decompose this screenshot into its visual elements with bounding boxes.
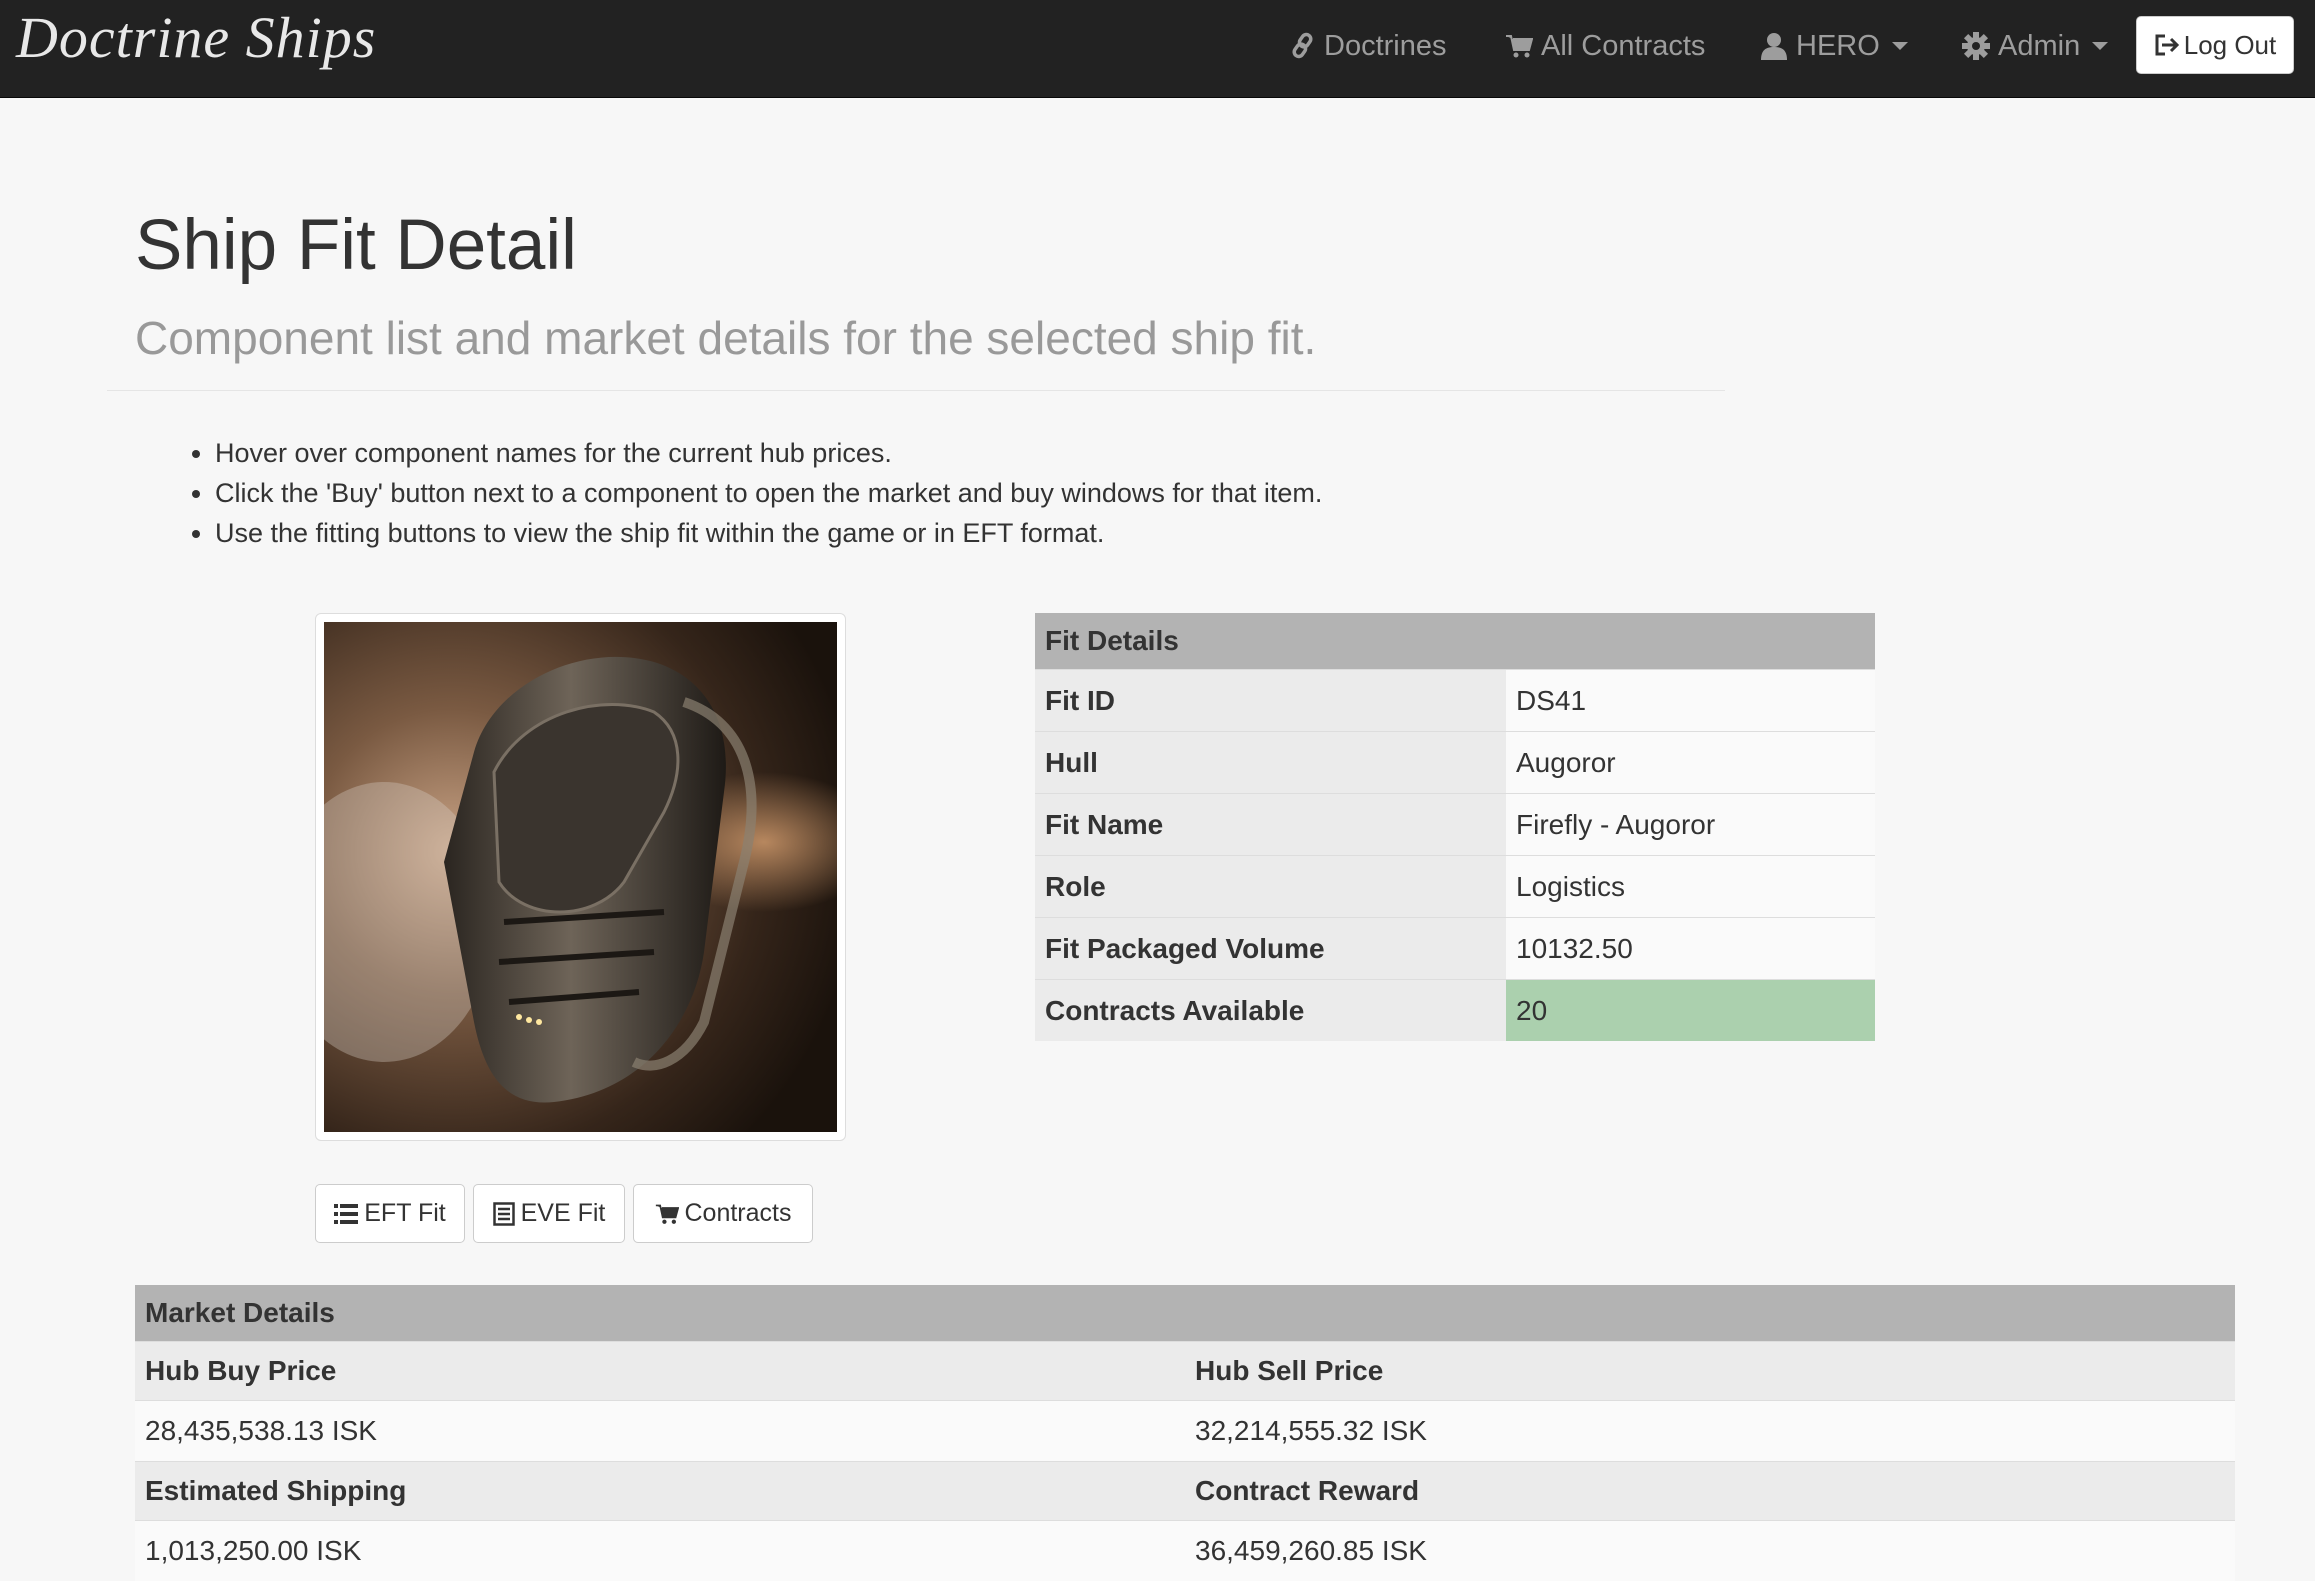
estimated-shipping-label: Estimated Shipping (135, 1462, 1185, 1521)
hub-buy-price-value: 28,435,538.13 ISK (135, 1401, 1185, 1462)
logout-icon (2154, 33, 2180, 57)
nav-doctrines-label: Doctrines (1324, 0, 1447, 92)
hull-label: Hull (1035, 732, 1506, 794)
table-row: Fit ID DS41 (1035, 670, 1875, 732)
nav-admin-menu[interactable]: Admin (1962, 0, 2108, 92)
hub-sell-price-label: Hub Sell Price (1185, 1342, 2235, 1401)
table-row: Role Logistics (1035, 856, 1875, 918)
nav-user-label: HERO (1796, 0, 1880, 92)
ship-image (324, 622, 837, 1132)
estimated-shipping-value: 1,013,250.00 ISK (135, 1521, 1185, 1581)
table-row: Fit Name Firefly - Augoror (1035, 794, 1875, 856)
page-subtitle: Component list and market details for th… (135, 315, 1316, 361)
table-row: 28,435,538.13 ISK 32,214,555.32 ISK (135, 1401, 2235, 1462)
gear-icon (1962, 32, 1990, 60)
contracts-available-label: Contracts Available (1035, 980, 1506, 1042)
table-row: 1,013,250.00 ISK 36,459,260.85 ISK (135, 1521, 2235, 1581)
chevron-down-icon (2092, 42, 2108, 50)
hub-buy-price-label: Hub Buy Price (135, 1342, 1185, 1401)
packaged-volume-value: 10132.50 (1506, 918, 1875, 980)
fit-name-label: Fit Name (1035, 794, 1506, 856)
role-label: Role (1035, 856, 1506, 918)
table-row: Hub Buy Price Hub Sell Price (135, 1342, 2235, 1401)
fit-name-value: Firefly - Augoror (1506, 794, 1875, 856)
brand-logo[interactable]: Doctrine Ships (16, 4, 376, 71)
contracts-label: Contracts (685, 1199, 792, 1228)
list-item: Use the fitting buttons to view the ship… (215, 513, 1322, 553)
table-row: Hull Augoror (1035, 732, 1875, 794)
hull-value: Augoror (1506, 732, 1875, 794)
market-details-heading: Market Details (135, 1285, 2235, 1342)
contract-reward-label: Contract Reward (1185, 1462, 2235, 1521)
contracts-button[interactable]: Contracts (633, 1184, 813, 1243)
eve-fit-button[interactable]: EVE Fit (473, 1184, 625, 1243)
chevron-down-icon (1892, 42, 1908, 50)
eve-fit-label: EVE Fit (521, 1199, 606, 1228)
packaged-volume-label: Fit Packaged Volume (1035, 918, 1506, 980)
fit-details-heading: Fit Details (1035, 613, 1875, 670)
user-icon (1760, 32, 1788, 60)
eft-fit-label: EFT Fit (364, 1199, 445, 1228)
nav-all-contracts-label: All Contracts (1541, 0, 1705, 92)
document-list-icon (493, 1202, 515, 1226)
nav-doctrines[interactable]: Doctrines (1290, 0, 1447, 92)
nav-user-menu[interactable]: HERO (1760, 0, 1908, 92)
fit-details-table: Fit Details Fit ID DS41 Hull Augoror Fit… (1035, 613, 1875, 1041)
navbar: Doctrine Ships Doctrines All Contracts H… (0, 0, 2315, 98)
header-divider (107, 390, 1725, 391)
cart-icon (1505, 32, 1533, 60)
list-icon (334, 1203, 358, 1225)
cart-icon (655, 1202, 679, 1226)
table-row: Contracts Available 20 (1035, 980, 1875, 1042)
table-row: Estimated Shipping Contract Reward (135, 1462, 2235, 1521)
list-item: Click the 'Buy' button next to a compone… (215, 473, 1322, 513)
contracts-available-value: 20 (1506, 980, 1875, 1042)
ship-image-thumbnail (315, 613, 846, 1141)
eft-fit-button[interactable]: EFT Fit (315, 1184, 465, 1243)
nav-admin-label: Admin (1998, 0, 2080, 92)
fit-id-label: Fit ID (1035, 670, 1506, 732)
role-value: Logistics (1506, 856, 1875, 918)
logout-button[interactable]: Log Out (2136, 16, 2294, 74)
table-row: Fit Packaged Volume 10132.50 (1035, 918, 1875, 980)
link-icon (1290, 32, 1316, 60)
hub-sell-price-value: 32,214,555.32 ISK (1185, 1401, 2235, 1462)
contract-reward-value: 36,459,260.85 ISK (1185, 1521, 2235, 1581)
logout-label: Log Out (2184, 30, 2277, 61)
fit-id-value: DS41 (1506, 670, 1875, 732)
page-title: Ship Fit Detail (135, 210, 577, 281)
instructions-list: Hover over component names for the curre… (175, 433, 1322, 553)
market-details-table: Market Details Hub Buy Price Hub Sell Pr… (135, 1285, 2235, 1581)
nav-all-contracts[interactable]: All Contracts (1505, 0, 1705, 92)
list-item: Hover over component names for the curre… (215, 433, 1322, 473)
